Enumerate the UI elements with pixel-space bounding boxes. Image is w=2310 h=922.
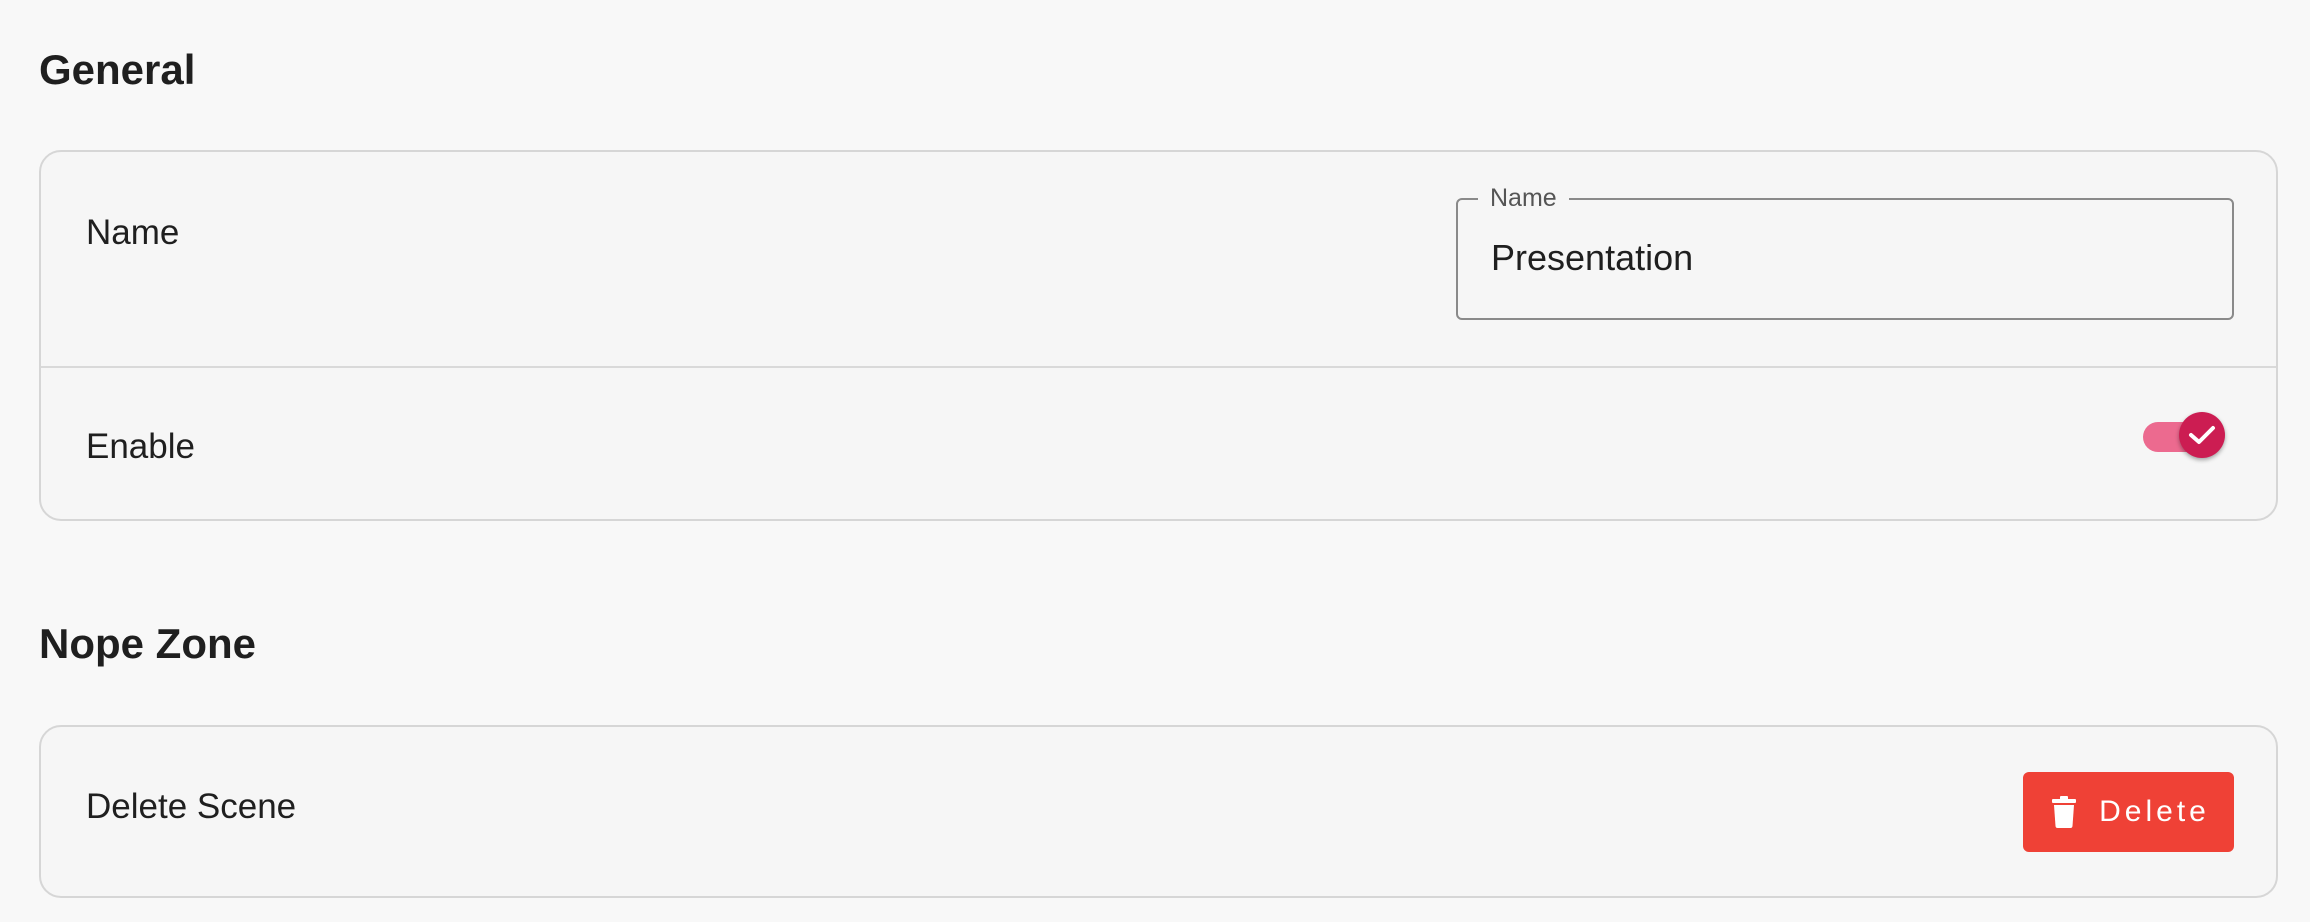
general-section-title: General: [39, 46, 196, 93]
delete-button-label: Delete: [2099, 795, 2210, 828]
name-input[interactable]: [1491, 234, 2191, 282]
enable-toggle[interactable]: [2143, 412, 2225, 460]
name-text-field[interactable]: Name: [1456, 184, 2234, 320]
check-icon: [2189, 426, 2215, 444]
nope-zone-section-title: Nope Zone: [39, 620, 256, 667]
delete-scene-label: Delete Scene: [86, 787, 297, 826]
trash-icon: [2051, 796, 2077, 828]
nope-zone-card: Delete Scene Delete: [39, 725, 2278, 898]
name-field-label: Name: [1478, 184, 1569, 212]
toggle-thumb: [2179, 412, 2225, 458]
row-divider: [41, 366, 2276, 368]
general-settings-card: Name Name Enable: [39, 150, 2278, 521]
enable-row-label: Enable: [86, 427, 195, 466]
name-row-label: Name: [86, 213, 180, 252]
delete-button[interactable]: Delete: [2023, 772, 2234, 852]
